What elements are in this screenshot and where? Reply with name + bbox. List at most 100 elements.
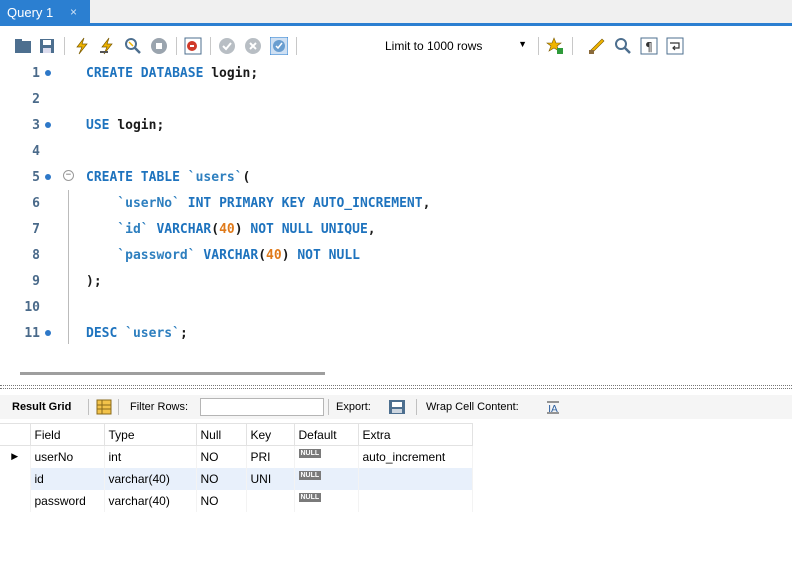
code-text: `userNo` INT PRIMARY KEY AUTO_INCREMENT, (86, 196, 430, 211)
column-header-type[interactable]: Type (103, 423, 197, 446)
cell-default[interactable]: NULL (294, 445, 359, 468)
editor-line[interactable]: 6 `userNo` INT PRIMARY KEY AUTO_INCREMEN… (0, 196, 792, 222)
find-icon[interactable] (614, 37, 632, 55)
code-token: USE (86, 118, 118, 133)
code-text: DESC `users`; (86, 326, 188, 341)
tab-query-1[interactable]: Query 1 × (0, 0, 90, 26)
editor-line[interactable]: 4 (0, 144, 792, 170)
line-number: 5 (32, 170, 40, 185)
column-header-default[interactable]: Default (293, 423, 359, 446)
toggle-error-icon[interactable] (184, 37, 202, 55)
editor-line[interactable]: 3 USE login; (0, 118, 792, 144)
cell-null[interactable]: NO (196, 445, 247, 468)
horizontal-scrollbar[interactable] (20, 372, 325, 375)
cell-field[interactable]: userNo (30, 445, 105, 468)
beautify-icon[interactable] (588, 37, 606, 55)
row-selector-arrow-icon[interactable]: ▶ (0, 445, 31, 468)
open-folder-icon[interactable] (14, 37, 32, 55)
cell-null[interactable]: NO (196, 489, 247, 512)
column-header-key[interactable]: Key (245, 423, 295, 446)
cell-extra[interactable]: auto_increment (358, 445, 473, 468)
cell-extra[interactable] (358, 489, 473, 512)
null-badge: NULL (298, 470, 322, 480)
code-token: DESC (86, 326, 126, 341)
cell-key[interactable]: UNI (246, 467, 295, 490)
editor-line[interactable]: 7 `id` VARCHAR(40) NOT NULL UNIQUE, (0, 222, 792, 248)
cell-type[interactable]: int (104, 445, 197, 468)
cell-type[interactable]: varchar(40) (104, 467, 197, 490)
code-token: VARCHAR (195, 248, 259, 263)
table-row[interactable]: ▶ userNo int NO PRI NULL auto_increment (0, 445, 473, 468)
statement-marker-icon (45, 122, 51, 128)
editor-line[interactable]: 2 (0, 92, 792, 118)
code-text: CREATE TABLE `users`( (86, 170, 250, 185)
toolbar-separator (64, 37, 65, 55)
column-header-null[interactable]: Null (195, 423, 247, 446)
code-token: ) (281, 248, 290, 263)
editor-line[interactable]: 8 `password` VARCHAR(40) NOT NULL (0, 248, 792, 274)
code-text: `password` VARCHAR(40) NOT NULL (86, 248, 360, 263)
code-token: ( (211, 222, 220, 237)
limit-rows-select[interactable]: Limit to 1000 rows ▼ (378, 35, 532, 57)
code-token: CREATE TABLE (86, 170, 188, 185)
code-token: 40 (219, 222, 235, 237)
editor-line[interactable]: 5 − CREATE TABLE `users`( (0, 170, 792, 196)
sql-editor[interactable]: 1 CREATE DATABASE login; 2 3 USE login; 4 5 − CR… (0, 62, 792, 364)
code-token: login; (117, 118, 165, 133)
filter-rows-input[interactable] (200, 398, 324, 416)
code-token: ( (258, 248, 267, 263)
statement-marker-icon (45, 70, 51, 76)
add-snippet-icon[interactable] (546, 37, 564, 55)
toolbar-separator (210, 37, 211, 55)
cell-key[interactable]: PRI (246, 445, 295, 468)
autocommit-icon[interactable] (270, 37, 288, 55)
export-icon[interactable] (388, 398, 406, 416)
table-row[interactable]: password varchar(40) NO NULL (0, 489, 473, 512)
editor-line[interactable]: 10 (0, 300, 792, 326)
editor-line[interactable]: 11 DESC `users`; (0, 326, 792, 352)
cell-extra[interactable] (358, 467, 473, 490)
row-selector[interactable] (0, 467, 31, 490)
toolbar-separator (538, 37, 539, 55)
explain-icon[interactable] (124, 37, 142, 55)
column-header-field[interactable]: Field (29, 423, 105, 446)
null-badge: NULL (298, 448, 322, 458)
rollback-icon[interactable] (244, 37, 262, 55)
chevron-down-icon: ▼ (518, 39, 527, 49)
execute-statement-icon[interactable] (98, 37, 116, 55)
panel-splitter[interactable] (0, 385, 792, 389)
result-grid-button[interactable]: Result Grid (12, 401, 71, 413)
column-header-extra[interactable]: Extra (357, 423, 473, 446)
table-row[interactable]: id varchar(40) NO UNI NULL (0, 467, 473, 490)
row-selector-header (0, 423, 31, 446)
editor-line[interactable]: 1 CREATE DATABASE login; (0, 66, 792, 92)
result-separator (416, 399, 417, 415)
code-text: USE login; (86, 118, 164, 133)
stop-icon[interactable] (150, 37, 168, 55)
fold-toggle-icon[interactable]: − (63, 170, 74, 181)
cell-default[interactable]: NULL (294, 489, 359, 512)
cell-null[interactable]: NO (196, 467, 247, 490)
cell-field[interactable]: id (30, 467, 105, 490)
word-wrap-icon[interactable] (666, 37, 684, 55)
save-icon[interactable] (38, 37, 56, 55)
invisible-chars-icon[interactable]: ¶ (640, 37, 658, 55)
line-number: 3 (32, 118, 40, 133)
code-text: ); (86, 274, 102, 289)
grid-toggle-icon[interactable] (96, 399, 112, 415)
editor-line[interactable]: 9); (0, 274, 792, 300)
code-token: NOT NULL (289, 248, 360, 263)
commit-icon[interactable] (218, 37, 236, 55)
cell-field[interactable]: password (30, 489, 105, 512)
cell-default[interactable]: NULL (294, 467, 359, 490)
cell-type[interactable]: varchar(40) (104, 489, 197, 512)
row-selector[interactable] (0, 489, 31, 512)
wrap-cell-icon[interactable]: IA (546, 400, 560, 414)
code-token: `users` (125, 326, 180, 341)
line-number: 6 (32, 196, 40, 211)
execute-icon[interactable] (73, 37, 91, 55)
cell-key[interactable] (246, 489, 295, 512)
close-icon[interactable]: × (70, 5, 77, 19)
